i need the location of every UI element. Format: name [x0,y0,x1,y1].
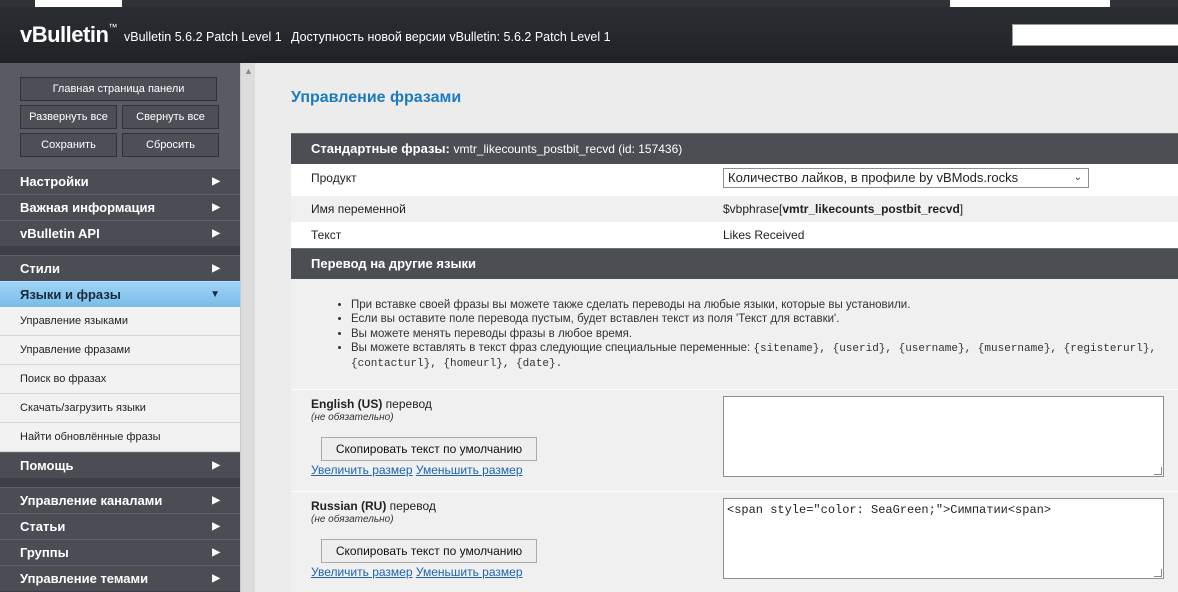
chevron-right-icon: ▶ [212,202,220,213]
nav-styles[interactable]: Стили ▶ [0,255,240,281]
nav-sub-search-phrases[interactable]: Поиск во фразах [0,365,240,394]
save-button[interactable]: Сохранить [20,133,117,157]
translation-textarea[interactable]: <span style="color: SeaGreen;">Симпатии<… [723,498,1164,579]
chevron-right-icon: ▶ [212,547,220,558]
standard-phrase-header: Стандартные фразы: vmtr_likecounts_postb… [291,133,1178,164]
product-row: Продукт Количество лайков, в профиле by … [291,164,1178,196]
translate-header: Перевод на другие языки [291,248,1178,279]
varname-row: Имя переменной $vbphrase[vmtr_likecounts… [291,196,1178,222]
resize-grip-icon[interactable] [1154,569,1162,577]
top-tab[interactable] [950,0,1110,7]
product-select[interactable]: Количество лайков, в профиле by vBMods.r… [723,168,1089,188]
nav-topic-management[interactable]: Управление темами ▶ [0,565,240,591]
language-label: Russian (RU) перевод [311,499,436,513]
shrink-link[interactable]: Уменьшить размер [416,565,523,579]
nav-label: Языки и фразы [20,287,121,302]
chevron-right-icon: ▶ [212,228,220,239]
text-value: Likes Received [723,228,805,242]
nav-channel-management[interactable]: Управление каналами ▶ [0,487,240,513]
nav-separator [0,478,240,487]
standard-phrase-panel: Стандартные фразы: vmtr_likecounts_postb… [291,133,1178,592]
translation-textarea[interactable] [723,396,1164,477]
nav-separator [0,246,240,255]
main-content: Управление фразами Стандартные фразы: vm… [256,63,1178,592]
info-bullet: Вы можете вставлять в текст фраз следующ… [351,341,1156,372]
chevron-down-icon: ▼ [210,289,220,300]
chevron-right-icon: ▶ [212,263,220,274]
nav-label: Управление каналами [20,493,163,508]
nav-languages-phrases[interactable]: Языки и фразы ▼ [0,281,240,307]
chevron-right-icon: ▶ [212,573,220,584]
translate-info: При вставке своей фразы вы можете также … [291,279,1178,389]
optional-note: (не обязательно) [311,412,394,423]
translation-russian: Russian (RU) перевод (не обязательно) Ск… [291,491,1178,592]
enlarge-link[interactable]: Увеличить размер [311,565,413,579]
nav-label: Стили [20,261,60,276]
phrase-id: vmtr_likecounts_postbit_recvd (id: 15743… [453,142,683,156]
shrink-link[interactable]: Уменьшить размер [416,463,523,477]
info-bullet: Если вы оставите поле перевода пустым, б… [351,312,1156,326]
nav-label: Настройки [20,174,89,189]
chevron-right-icon: ▶ [212,460,220,471]
nav-label: vBulletin API [20,226,100,241]
browser-top-strip [0,0,1178,7]
nav-label: Важная информация [20,200,156,215]
nav-label: Статьи [20,519,66,534]
header-search-input[interactable] [1012,24,1178,46]
enlarge-link[interactable]: Увеличить размер [311,463,413,477]
chevron-right-icon: ▶ [212,176,220,187]
varname-label: Имя переменной [311,202,406,216]
info-bullet: При вставке своей фразы вы можете также … [351,298,1156,312]
nav-articles[interactable]: Статьи ▶ [0,513,240,539]
scroll-up-icon[interactable]: ▲ [244,66,253,76]
language-label: English (US) перевод [311,397,432,411]
chevron-right-icon: ▶ [212,521,220,532]
version-label: vBulletin 5.6.2 Patch Level 1 [124,30,282,44]
expand-all-button[interactable]: Развернуть все [20,105,117,129]
update-notice[interactable]: Доступность новой версии vBulletin: 5.6.… [291,30,611,44]
size-links: Увеличить размер Уменьшить размер [311,463,523,477]
nav-settings[interactable]: Настройки ▶ [0,168,240,194]
sidebar-scrollbar[interactable]: ▲ [240,63,255,592]
nav-help[interactable]: Помощь ▶ [0,452,240,478]
nav-groups[interactable]: Группы ▶ [0,539,240,565]
copy-default-button[interactable]: Скопировать текст по умолчанию [321,437,537,461]
varname-value: $vbphrase[vmtr_likecounts_postbit_recvd] [723,202,964,216]
nav-label: Помощь [20,458,74,473]
top-tab[interactable] [35,0,122,7]
sidebar-buttons: Главная страница панели Развернуть все С… [0,63,240,168]
copy-default-button[interactable]: Скопировать текст по умолчанию [321,539,537,563]
nav-sub-download-upload-languages[interactable]: Скачать/загрузить языки [0,394,240,423]
collapse-all-button[interactable]: Свернуть все [122,105,219,129]
nav-sub-manage-languages[interactable]: Управление языками [0,307,240,336]
chevron-down-icon: ⌄ [1073,172,1082,183]
info-bullet: Вы можете менять переводы фразы в любое … [351,327,1156,341]
product-label: Продукт [311,171,357,185]
page-title: Управление фразами [291,89,462,106]
dashboard-home-button[interactable]: Главная страница панели [20,77,217,101]
nav-sub-manage-phrases[interactable]: Управление фразами [0,336,240,365]
chevron-right-icon: ▶ [212,495,220,506]
nav-sub-find-updated-phrases[interactable]: Найти обновлённые фразы [0,423,240,452]
text-label: Текст [311,228,342,242]
reset-button[interactable]: Сбросить [122,133,219,157]
nav-label: Управление темами [20,571,149,586]
admin-header: vBulletin™ vBulletin 5.6.2 Patch Level 1… [0,7,1178,63]
translation-english: English (US) перевод (не обязательно) Ск… [291,389,1178,491]
text-row: Текст Likes Received [291,222,1178,248]
nav-important-info[interactable]: Важная информация ▶ [0,194,240,220]
optional-note: (не обязательно) [311,514,394,525]
size-links: Увеличить размер Уменьшить размер [311,565,523,579]
sidebar: Главная страница панели Развернуть все С… [0,63,240,592]
nav-vbulletin-api[interactable]: vBulletin API ▶ [0,220,240,246]
nav-label: Группы [20,545,69,560]
resize-grip-icon[interactable] [1154,467,1162,475]
vbulletin-logo[interactable]: vBulletin™ [20,22,117,48]
